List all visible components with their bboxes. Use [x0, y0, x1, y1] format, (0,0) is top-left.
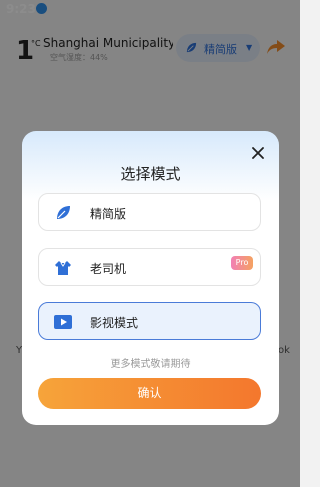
- play-icon: [54, 315, 72, 329]
- dialog-title: 选择模式: [120, 165, 181, 183]
- mode-select-dialog: 选择模式 精简版 老司机 Pro 影视模式 更多模式敬请期待 确认: [22, 131, 279, 425]
- close-icon[interactable]: [248, 143, 268, 163]
- mode-option-label: 老司机: [90, 262, 127, 276]
- leaf-icon: [57, 206, 70, 219]
- mode-option-label: 精简版: [90, 207, 127, 221]
- confirm-button[interactable]: 确认: [38, 378, 261, 409]
- shirt-icon: [55, 261, 71, 275]
- mode-option-driver[interactable]: 老司机 Pro: [38, 248, 261, 286]
- mode-option-lite[interactable]: 精简版: [38, 193, 261, 231]
- mode-option-label: 影视模式: [90, 316, 139, 330]
- more-modes-hint: 更多模式敬请期待: [110, 359, 191, 370]
- pro-badge: Pro: [231, 256, 253, 270]
- mode-option-video[interactable]: 影视模式: [38, 302, 261, 340]
